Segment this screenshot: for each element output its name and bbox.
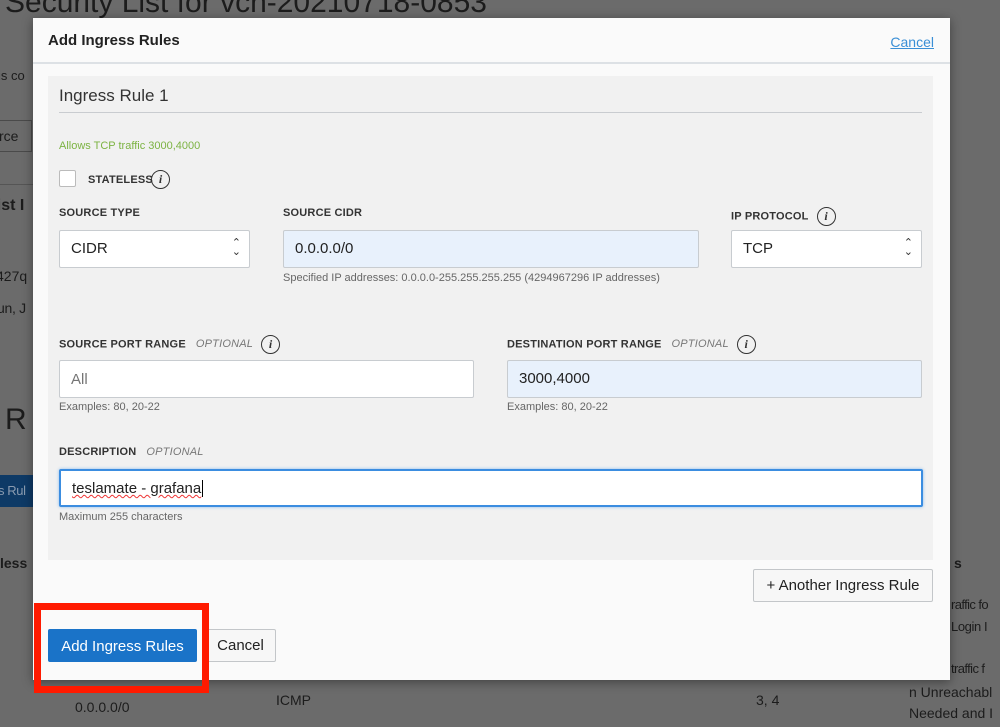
bg-col-header: less	[0, 555, 28, 571]
page-title: Security List for vcn-20210718-0853	[5, 0, 487, 19]
stateless-checkbox[interactable]	[59, 170, 76, 187]
another-ingress-rule-button[interactable]: + Another Ingress Rule	[753, 569, 933, 602]
bg-heading: R	[5, 403, 27, 436]
dialog-title: Add Ingress Rules	[48, 32, 180, 49]
info-icon[interactable]: i	[151, 170, 170, 189]
ingress-rule-panel: Ingress Rule 1 Allows TCP traffic 3000,4…	[48, 76, 933, 560]
highlight-box	[34, 603, 209, 693]
source-type-value: CIDR	[71, 240, 108, 257]
dest-port-label: DESTINATION PORT RANGE OPTIONAL i	[507, 335, 756, 354]
stateless-label: STATELESS	[88, 174, 153, 186]
source-type-label: SOURCE TYPE	[59, 207, 141, 219]
dest-port-help: Examples: 80, 20-22	[507, 401, 608, 413]
bg-heading: List I	[0, 197, 25, 214]
info-icon[interactable]: i	[816, 207, 836, 226]
dialog-header: Add Ingress Rules Cancel	[33, 18, 950, 64]
rule-heading: Ingress Rule 1	[59, 86, 922, 113]
bg-add-button: s Rul	[0, 475, 33, 507]
chevron-up-down-icon: ⌃ ⌄	[903, 237, 913, 258]
cancel-link[interactable]: Cancel	[890, 34, 934, 50]
bg-row-source: 0.0.0.0/0	[75, 699, 130, 715]
bg-text: raffic fo	[951, 597, 989, 612]
add-ingress-rules-dialog: Add Ingress Rules Cancel Ingress Rule 1 …	[33, 18, 950, 680]
bg-text: traffic f	[951, 661, 985, 676]
source-port-label: SOURCE PORT RANGE OPTIONAL i	[59, 335, 281, 354]
source-cidr-label: SOURCE CIDR	[283, 207, 363, 219]
bg-text: n Unreachabl	[909, 684, 993, 700]
source-type-select[interactable]: CIDR ⌃ ⌄	[59, 230, 250, 268]
source-port-help: Examples: 80, 20-22	[59, 401, 160, 413]
bg-text: 427q	[0, 268, 28, 284]
bg-text: un, J	[0, 300, 26, 316]
bg-row-type: 3, 4	[756, 692, 780, 708]
source-cidr-help: Specified IP addresses: 0.0.0.0-255.255.…	[283, 272, 660, 284]
ip-protocol-select[interactable]: TCP ⌃ ⌄	[731, 230, 922, 268]
source-port-input[interactable]	[59, 360, 474, 398]
description-help: Maximum 255 characters	[59, 511, 183, 523]
bg-button: rce	[0, 120, 32, 152]
info-icon[interactable]: i	[736, 335, 756, 354]
cancel-button[interactable]: Cancel	[205, 629, 276, 662]
chevron-up-down-icon: ⌃ ⌄	[231, 237, 241, 258]
bg-text: is co	[0, 68, 25, 83]
info-icon[interactable]: i	[261, 335, 281, 354]
source-cidr-input[interactable]: 0.0.0.0/0	[283, 230, 699, 268]
description-input[interactable]: teslamate - grafana	[59, 469, 923, 507]
ip-protocol-value: TCP	[743, 240, 773, 257]
description-label: DESCRIPTION OPTIONAL	[59, 446, 204, 458]
dest-port-input[interactable]: 3000,4000	[507, 360, 922, 398]
rule-summary: Allows TCP traffic 3000,4000	[59, 140, 201, 152]
bg-text: Login I	[951, 619, 988, 634]
bg-text: Needed and I	[909, 705, 994, 721]
bg-col-header: s	[954, 555, 962, 571]
bg-row-protocol: ICMP	[276, 692, 311, 708]
ip-protocol-label: IP PROTOCOL i	[731, 207, 836, 226]
